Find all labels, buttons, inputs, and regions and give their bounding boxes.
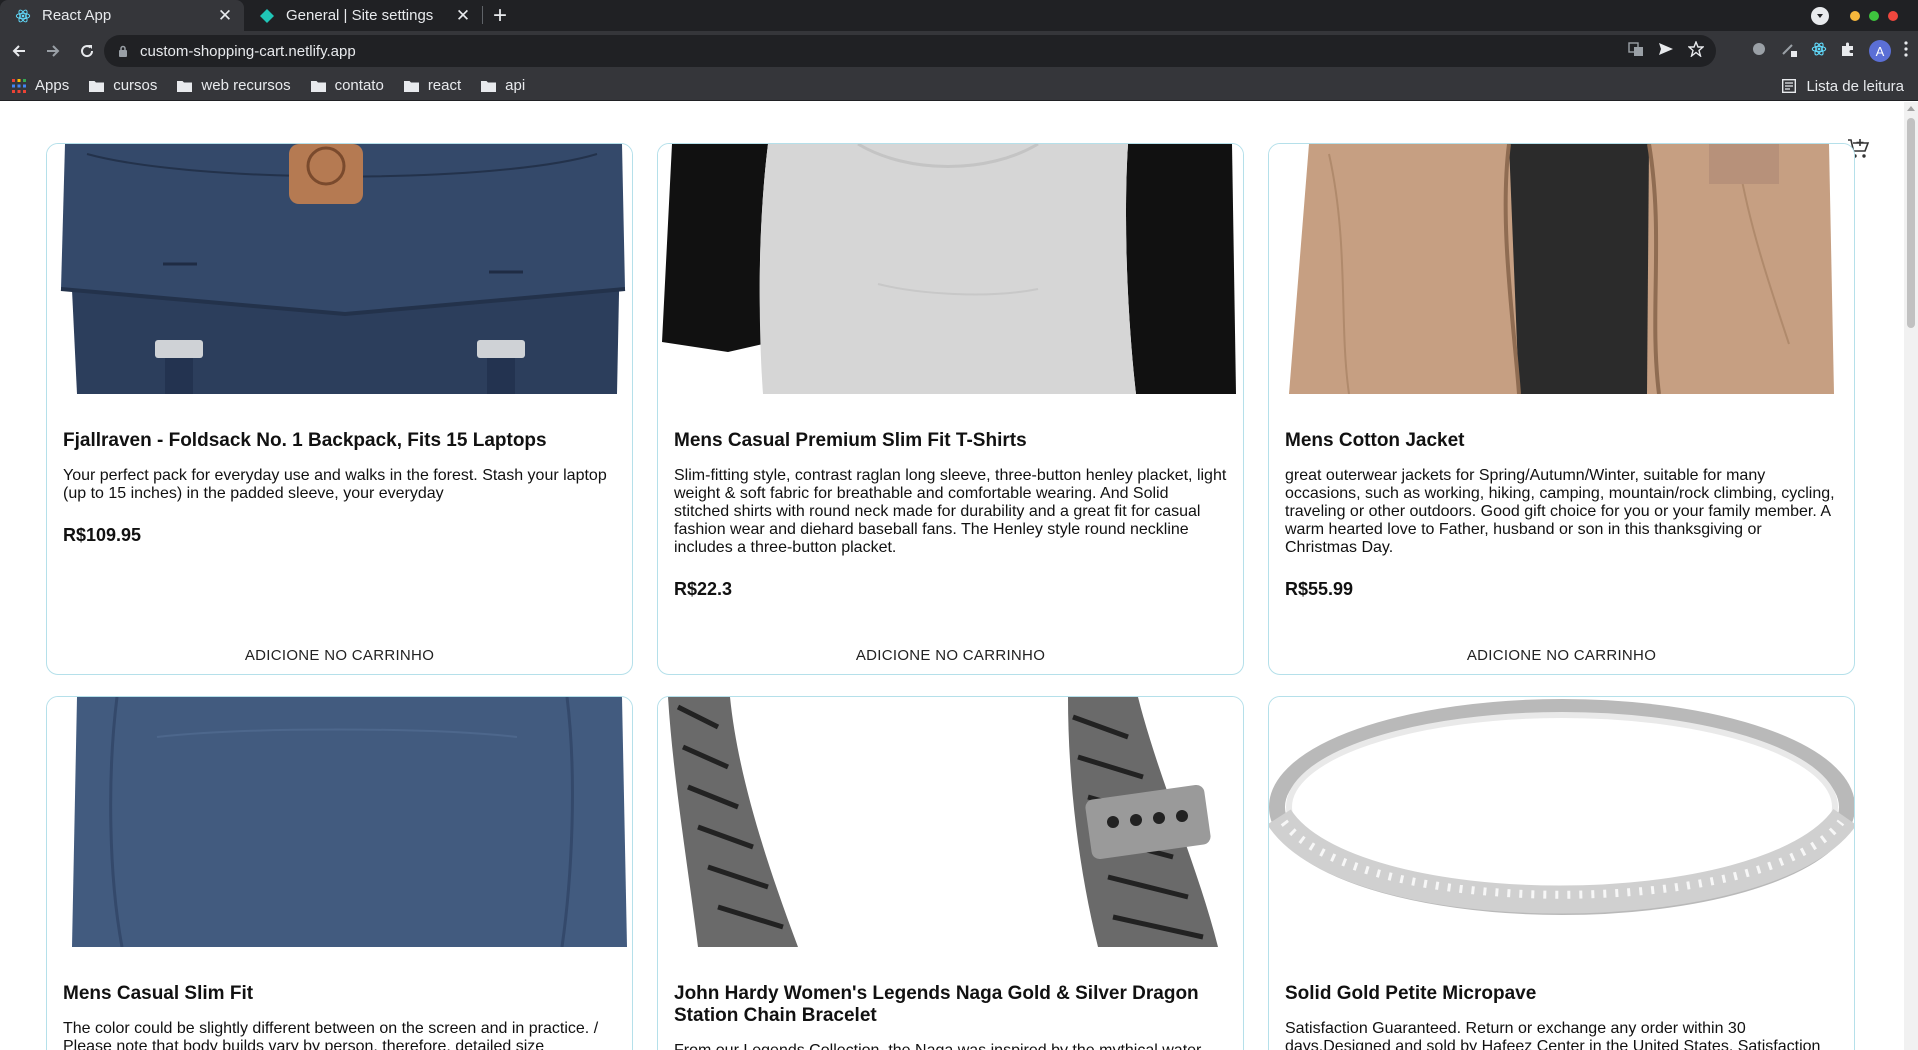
tab-strip: React App ✕ General | Site settings ✕ + [0, 0, 1918, 31]
product-description: From our Legends Collection, the Naga wa… [658, 1042, 1243, 1050]
product-card: Solid Gold Petite Micropave Satisfaction… [1268, 696, 1855, 1050]
translate-icon[interactable] [1628, 41, 1644, 62]
bookmarks-bar: Apps cursos web recursos contato react a… [0, 71, 1918, 101]
extensions-area: A [1751, 35, 1908, 67]
product-card: Fjallraven - Foldsack No. 1 Backpack, Fi… [46, 143, 633, 675]
bookmark-folder-cursos[interactable]: cursos [89, 77, 157, 94]
close-icon[interactable]: ✕ [454, 6, 472, 25]
product-title: Solid Gold Petite Micropave [1285, 983, 1537, 1004]
folder-icon [177, 80, 193, 92]
extension-icon[interactable] [1780, 40, 1798, 63]
product-title: Mens Casual Premium Slim Fit T-Shirts [674, 430, 1027, 451]
new-tab-button[interactable]: + [483, 0, 517, 31]
product-card: Mens Casual Slim Fit The color could be … [46, 696, 633, 1050]
puzzle-icon[interactable] [1840, 41, 1856, 62]
tab-title: React App [42, 7, 112, 24]
extension-icon[interactable] [1751, 41, 1767, 62]
address-bar[interactable]: custom-shopping-cart.netlify.app [104, 35, 1716, 67]
product-image-jacket [1269, 144, 1854, 394]
tab-title: General | Site settings [286, 7, 434, 24]
bookmark-apps[interactable]: Apps [12, 77, 69, 94]
product-title: Fjallraven - Foldsack No. 1 Backpack, Fi… [63, 430, 547, 451]
add-to-cart-button[interactable]: ADICIONE NO CARRINHO [47, 647, 632, 664]
add-to-cart-button[interactable]: ADICIONE NO CARRINHO [1269, 647, 1854, 664]
product-description: Your perfect pack for everyday use and w… [63, 467, 607, 502]
product-image-slim-fit [47, 697, 632, 947]
product-card: Mens Cotton Jacket great outerwear jacke… [1268, 143, 1855, 675]
reload-icon[interactable] [70, 34, 104, 68]
product-title: Mens Casual Slim Fit [63, 983, 254, 1004]
react-icon [14, 7, 32, 25]
product-card: John Hardy Women's Legends Naga Gold & S… [657, 696, 1244, 1050]
url-text[interactable]: custom-shopping-cart.netlify.app [140, 43, 1628, 60]
add-to-cart-button[interactable]: ADICIONE NO CARRINHO [658, 647, 1243, 664]
folder-icon [403, 80, 419, 92]
maximize-button[interactable] [1869, 11, 1879, 21]
minimize-button[interactable] [1850, 11, 1860, 21]
product-price: R$55.99 [1285, 579, 1354, 599]
product-price: R$22.3 [674, 579, 733, 599]
bookmark-folder-api[interactable]: api [481, 77, 525, 94]
page-viewport: Fjallraven - Foldsack No. 1 Backpack, Fi… [0, 102, 1918, 1050]
tab-site-settings[interactable]: General | Site settings ✕ [244, 0, 482, 31]
bookmark-star-icon[interactable] [1687, 39, 1705, 62]
avatar[interactable]: A [1869, 40, 1891, 62]
bookmark-label: Apps [35, 77, 70, 94]
bookmark-folder-react[interactable]: react [403, 77, 462, 94]
reading-list-icon [1782, 79, 1797, 93]
netlify-icon [258, 7, 276, 25]
product-image-tshirt [658, 144, 1243, 394]
product-title: John Hardy Women's Legends Naga Gold & S… [674, 983, 1199, 1026]
scroll-up-arrow-icon[interactable] [1907, 106, 1915, 111]
product-description: Satisfaction Guaranteed. Return or excha… [1285, 1020, 1821, 1050]
product-title: Mens Cotton Jacket [1285, 430, 1465, 451]
reading-list-label: Lista de leitura [1806, 77, 1904, 95]
forward-icon[interactable] [36, 34, 70, 68]
bookmark-label: react [427, 77, 462, 94]
product-description: Slim-fitting style, contrast raglan long… [674, 467, 1227, 556]
kebab-menu-icon[interactable] [1904, 40, 1908, 62]
lock-icon[interactable] [118, 45, 128, 58]
bookmark-label: cursos [113, 77, 158, 94]
bookmark-label: api [505, 77, 526, 94]
scrollbar-thumb[interactable] [1907, 118, 1915, 328]
tab-search-icon[interactable] [1811, 7, 1829, 25]
bookmark-folder-contato[interactable]: contato [310, 77, 384, 94]
folder-icon [310, 80, 326, 92]
bookmark-label: contato [334, 77, 384, 94]
product-image-backpack [47, 144, 632, 394]
product-description: great outerwear jackets for Spring/Autum… [1285, 467, 1835, 556]
folder-icon [481, 80, 497, 92]
close-window-button[interactable] [1888, 11, 1898, 21]
tab-react-app[interactable]: React App ✕ [0, 0, 244, 31]
back-icon[interactable] [2, 34, 36, 68]
product-image-bracelet [658, 697, 1243, 947]
page-scrollbar[interactable] [1904, 102, 1918, 1050]
product-card: Mens Casual Premium Slim Fit T-Shirts Sl… [657, 143, 1244, 675]
reading-list-button[interactable]: Lista de leitura [1782, 71, 1904, 101]
send-icon[interactable] [1658, 41, 1674, 62]
product-price: R$109.95 [63, 525, 142, 545]
folder-icon [89, 80, 105, 92]
bookmark-folder-web-recursos[interactable]: web recursos [177, 77, 291, 94]
browser-toolbar: custom-shopping-cart.netlify.app A [0, 31, 1918, 71]
window-controls [1811, 7, 1898, 25]
react-devtools-icon[interactable] [1811, 41, 1827, 62]
bookmark-label: web recursos [201, 77, 291, 94]
product-image-ring [1269, 697, 1854, 947]
apps-grid-icon [12, 78, 26, 93]
product-description: The color could be slightly different be… [63, 1020, 599, 1050]
close-icon[interactable]: ✕ [216, 6, 234, 25]
